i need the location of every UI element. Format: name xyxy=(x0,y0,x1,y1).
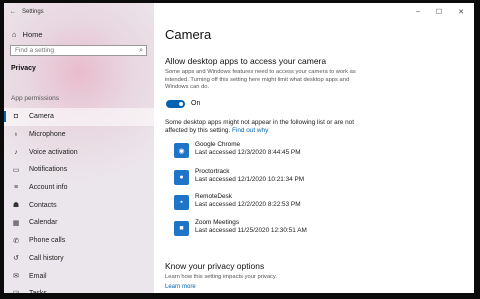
close-icon[interactable]: ✕ xyxy=(458,8,464,16)
sidebar: ← Settings ⌂ Home Find a setting ⌕ Priva… xyxy=(4,3,154,293)
minimize-icon[interactable]: – xyxy=(416,8,420,16)
app-icon: ◉ xyxy=(174,143,189,158)
group-label: App permissions xyxy=(11,95,60,102)
sidebar-item-label: Voice activation xyxy=(29,148,78,156)
app-icon: ● xyxy=(174,170,189,185)
app-last-accessed: Last accessed 12/3/2020 8:44:45 PM xyxy=(195,149,301,156)
maximize-icon[interactable]: ☐ xyxy=(436,8,442,16)
sidebar-item-email[interactable]: ✉ Email xyxy=(4,267,154,285)
search-icon[interactable]: ⌕ xyxy=(139,46,143,56)
toggle-state-label: On xyxy=(191,100,201,107)
privacy-description: Learn how this setting impacts your priv… xyxy=(165,274,278,280)
sidebar-item-label: Tasks xyxy=(29,290,47,293)
sidebar-item-label: Notifications xyxy=(29,166,68,174)
sidebar-item-label: Camera xyxy=(29,113,54,121)
camera-icon: ◘ xyxy=(13,113,19,121)
window-controls: – ☐ ✕ xyxy=(416,8,464,16)
sidebar-item-label: Calendar xyxy=(29,219,58,227)
app-name: Proctortrack xyxy=(195,168,230,175)
sidebar-item-label: Phone calls xyxy=(29,237,66,245)
sidebar-nav: ◘ Camera ♁ Microphone ♪ Voice activation ▭ Noti… xyxy=(4,108,154,293)
find-out-why-link[interactable]: Find out why xyxy=(232,127,268,134)
app-title: Settings xyxy=(22,9,44,15)
home-label: Home xyxy=(22,30,43,39)
sidebar-item-label: Account info xyxy=(29,184,68,192)
voice-icon: ♪ xyxy=(14,148,18,156)
section-description: Some apps and Windows features need to a… xyxy=(165,69,356,91)
apps-note: Some desktop apps might not appear in th… xyxy=(165,119,375,135)
sidebar-item-label: Email xyxy=(29,272,47,280)
app-last-accessed: Last accessed 11/25/2020 12:30:51 AM xyxy=(195,227,307,234)
notifications-icon: ▭ xyxy=(12,166,20,174)
sidebar-item-account-info[interactable]: ≡ Account info xyxy=(4,179,154,197)
sidebar-item-camera[interactable]: ◘ Camera xyxy=(4,108,154,126)
app-entry: ◉ Google Chrome Last accessed 12/3/2020 8:… xyxy=(174,141,301,158)
home-link[interactable]: ⌂ Home xyxy=(12,30,43,39)
section-heading: Allow desktop apps to access your camera xyxy=(165,56,327,66)
app-name: RemoteDesk xyxy=(195,193,232,200)
app-entry: ■ Zoom Meetings Last accessed 11/25/2020 1… xyxy=(174,219,307,236)
contacts-icon: ☗ xyxy=(12,202,20,210)
privacy-heading: Know your privacy options xyxy=(165,261,265,271)
app-icon: ■ xyxy=(174,221,189,236)
sidebar-item-call-history[interactable]: ↺ Call history xyxy=(4,250,154,268)
page-title: Camera xyxy=(165,27,212,42)
microphone-icon: ♁ xyxy=(13,131,19,139)
search-placeholder: Find a setting xyxy=(15,47,55,54)
sidebar-item-label: Microphone xyxy=(29,131,66,139)
sidebar-item-label: Call history xyxy=(29,254,64,262)
learn-more-link[interactable]: Learn more xyxy=(165,284,196,290)
app-name: Google Chrome xyxy=(195,141,241,148)
calendar-icon: ▦ xyxy=(12,219,20,227)
settings-window: ← Settings ⌂ Home Find a setting ⌕ Priva… xyxy=(4,3,474,293)
sidebar-item-calendar[interactable]: ▦ Calendar xyxy=(4,214,154,232)
tasks-icon: ☑ xyxy=(11,290,21,293)
account-icon: ≡ xyxy=(13,184,19,192)
app-last-accessed: Last accessed 12/2/2020 8:22:53 PM xyxy=(195,201,301,208)
app-last-accessed: Last accessed 12/1/2020 10:21:34 PM xyxy=(195,176,305,183)
email-icon: ✉ xyxy=(13,273,19,281)
sidebar-item-phone-calls[interactable]: ✆ Phone calls xyxy=(4,232,154,250)
phone-icon: ✆ xyxy=(13,237,19,245)
main-pane: – ☐ ✕ Camera Allow desktop apps to acces… xyxy=(154,3,474,293)
sidebar-item-voice-activation[interactable]: ♪ Voice activation xyxy=(4,143,154,161)
title-bar: ← Settings xyxy=(10,9,44,15)
camera-toggle[interactable] xyxy=(166,100,185,108)
app-entry: ● Proctortrack Last accessed 12/1/2020 10:… xyxy=(174,168,304,185)
history-icon: ↺ xyxy=(13,255,19,263)
sidebar-item-label: Contacts xyxy=(29,201,57,209)
search-input[interactable]: Find a setting ⌕ xyxy=(10,45,147,56)
sidebar-item-contacts[interactable]: ☗ Contacts xyxy=(4,196,154,214)
back-arrow-icon[interactable]: ← xyxy=(10,9,16,15)
sidebar-item-microphone[interactable]: ♁ Microphone xyxy=(4,126,154,144)
app-icon: ▪ xyxy=(174,195,189,210)
section-title: Privacy xyxy=(11,65,36,72)
sidebar-item-tasks[interactable]: ☑ Tasks xyxy=(4,285,154,293)
app-entry: ▪ RemoteDesk Last accessed 12/2/2020 8:22:… xyxy=(174,193,301,210)
home-icon: ⌂ xyxy=(12,30,17,39)
sidebar-item-notifications[interactable]: ▭ Notifications xyxy=(4,161,154,179)
app-name: Zoom Meetings xyxy=(195,219,240,226)
